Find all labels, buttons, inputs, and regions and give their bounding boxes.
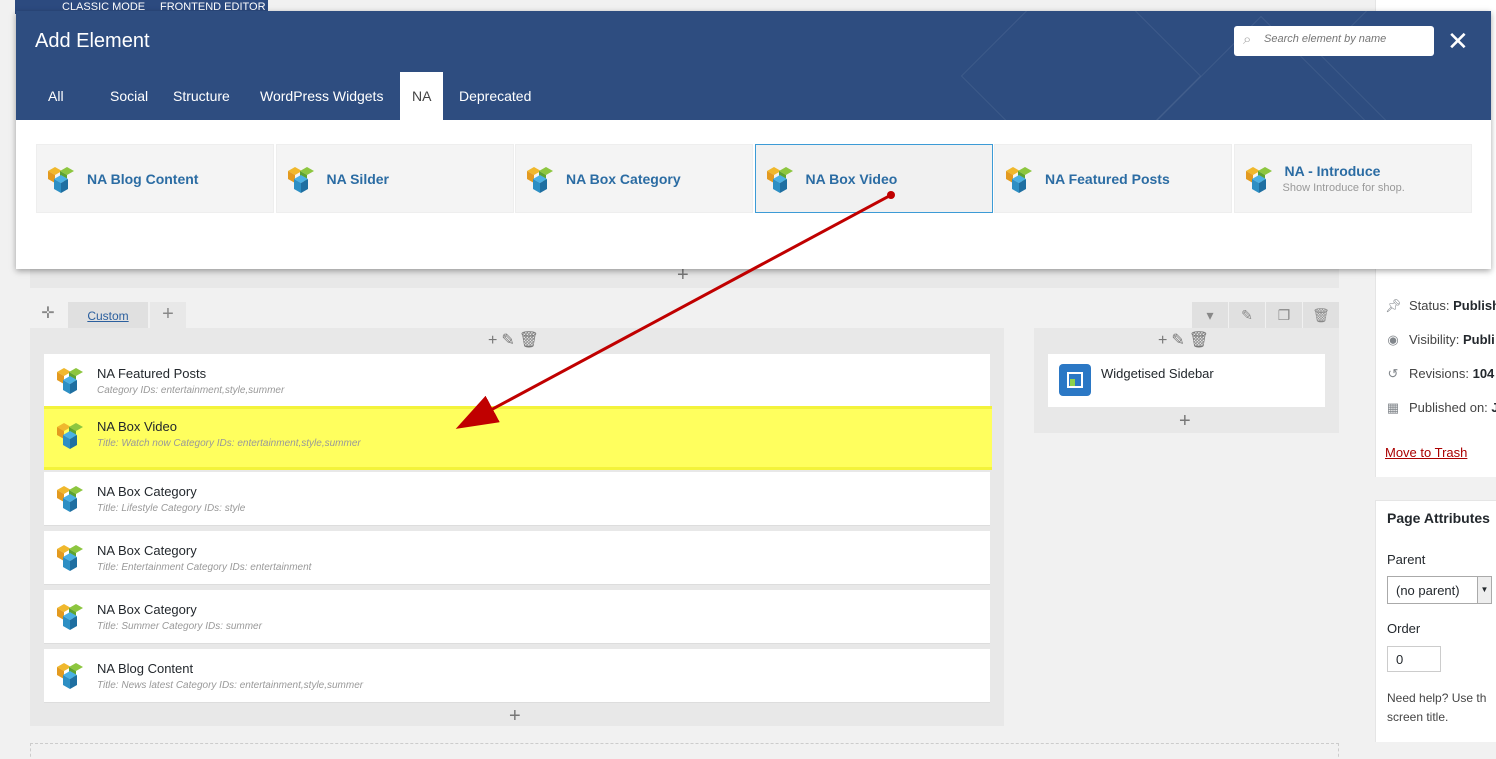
builder-element[interactable]: NA Box Category Title: Summer Category ID… <box>44 590 990 644</box>
close-icon[interactable]: ✕ <box>1447 28 1469 54</box>
element-card[interactable]: NA Blog Content <box>36 144 274 213</box>
pencil-icon[interactable]: ✎ <box>501 332 518 349</box>
widgetised-sidebar-element[interactable]: Widgetised Sidebar <box>1048 354 1325 407</box>
vc-logo-icon <box>1004 165 1034 197</box>
toggle-row-icon[interactable]: ▾ <box>1192 302 1228 328</box>
help-text: Need help? Use th screen title. <box>1387 691 1487 724</box>
search-box[interactable]: ⌕ <box>1234 26 1434 56</box>
tab-wordpress-widgets[interactable]: WordPress Widgets <box>248 72 395 120</box>
vc-logo-icon <box>286 165 316 197</box>
clone-row-icon[interactable]: ❐ <box>1266 302 1302 328</box>
parent-select[interactable]: (no parent) ▼ <box>1387 576 1492 604</box>
card-name: NA Blog Content <box>87 171 199 187</box>
tab-social[interactable]: Social <box>98 72 160 120</box>
element-card[interactable]: NA Box Video <box>754 144 993 213</box>
vc-logo-icon <box>55 484 85 516</box>
delete-row-trash-icon[interactable]: 🗑︎ <box>1303 302 1339 328</box>
dropdown-arrow-icon: ▼ <box>1477 577 1491 603</box>
element-name: NA Blog Content <box>97 661 194 676</box>
tab-deprecated[interactable]: Deprecated <box>447 72 543 120</box>
modal-title: Add Element <box>35 30 150 52</box>
pin-icon: 📌︎ <box>1385 298 1402 313</box>
pencil-icon[interactable]: ✎ <box>1171 332 1188 349</box>
element-card[interactable]: NA - Introduce Show Introduce for shop. <box>1233 144 1472 213</box>
vc-logo-icon <box>55 366 85 398</box>
status-row: 📌︎ Status: Publish <box>1385 298 1496 313</box>
card-name: NA Box Video <box>805 171 898 187</box>
plus-icon[interactable]: + <box>1158 332 1171 349</box>
builder-element[interactable]: NA Box Category Title: Lifestyle Category… <box>44 472 990 526</box>
card-description: Show Introduce for shop. <box>1282 182 1405 194</box>
add-column-plus-icon[interactable]: + <box>150 302 186 328</box>
card-name: NA Box Category <box>566 171 681 187</box>
order-input[interactable]: 0 <box>1387 646 1441 672</box>
move-icon[interactable]: ✛ <box>30 302 66 328</box>
add-row-area[interactable] <box>30 743 1339 759</box>
builder-element[interactable]: NA Box Category Title: Entertainment Cate… <box>44 531 990 585</box>
move-to-trash-link[interactable]: Move to Trash <box>1385 445 1467 460</box>
tab-all[interactable]: All <box>36 72 76 120</box>
tab-structure[interactable]: Structure <box>161 72 242 120</box>
element-card[interactable]: NA Box Category <box>515 144 753 213</box>
builder-element[interactable]: NA Blog Content Title: News latest Catego… <box>44 649 990 703</box>
element-description: Title: Summer Category IDs: summer <box>97 621 262 632</box>
edit-row-pencil-icon[interactable]: ✎ <box>1229 302 1265 328</box>
add-to-column-plus-icon[interactable]: + <box>509 705 521 728</box>
order-label: Order <box>1387 621 1421 636</box>
search-icon: ⌕ <box>1243 31 1252 48</box>
vc-logo-icon <box>55 661 85 693</box>
element-name: NA Box Category <box>97 543 197 558</box>
parent-label: Parent <box>1387 552 1426 567</box>
left-column-tools: +✎🗑︎ <box>488 330 543 350</box>
element-description: Title: Entertainment Category IDs: enter… <box>97 562 312 573</box>
element-name: NA Box Category <box>97 602 197 617</box>
trash-icon[interactable]: 🗑︎ <box>1189 332 1213 349</box>
vc-logo-icon <box>55 421 85 453</box>
element-card[interactable]: NA Featured Posts <box>994 144 1232 213</box>
eye-icon: ◉ <box>1387 332 1399 347</box>
element-name: NA Box Video <box>97 419 177 434</box>
card-name: NA - Introduce <box>1284 163 1381 179</box>
vc-logo-icon <box>46 165 76 197</box>
element-description: Title: Watch now Category IDs: entertain… <box>97 438 361 449</box>
plus-icon[interactable]: + <box>488 332 501 349</box>
element-name: NA Featured Posts <box>97 366 207 381</box>
tab-na[interactable]: NA <box>400 72 444 120</box>
custom-row-button[interactable]: Custom <box>68 302 148 328</box>
card-name: NA Silder <box>326 171 390 187</box>
right-column-tools: +✎🗑︎ <box>1158 330 1213 350</box>
trash-icon[interactable]: 🗑︎ <box>519 332 543 349</box>
visibility-row: ◉ Visibility: Publi <box>1385 332 1494 348</box>
vc-logo-icon <box>55 543 85 575</box>
card-name: NA Featured Posts <box>1045 171 1170 187</box>
page-attributes-title: Page Attributes <box>1387 510 1490 526</box>
element-description: Title: News latest Category IDs: enterta… <box>97 680 364 691</box>
element-card[interactable]: NA Silder <box>275 144 514 213</box>
element-name: Widgetised Sidebar <box>1101 366 1214 381</box>
element-description: Category IDs: entertainment,style,summer <box>97 385 285 396</box>
vc-logo-icon <box>525 165 555 197</box>
vc-logo-icon <box>55 602 85 634</box>
sidebar-widget-icon <box>1059 364 1091 396</box>
builder-element[interactable]: NA Featured Posts Category IDs: entertain… <box>44 354 990 408</box>
vc-logo-icon <box>1244 165 1274 197</box>
calendar-icon: ▦ <box>1386 400 1400 415</box>
revisions-row: ↺ Revisions: 104 <box>1385 366 1495 382</box>
search-input[interactable] <box>1264 33 1424 45</box>
builder-element[interactable]: NA Box Video Title: Watch now Category ID… <box>44 406 992 470</box>
element-name: NA Box Category <box>97 484 197 499</box>
published-on-row: ▦ Published on: J <box>1386 400 1496 415</box>
add-to-column-plus-icon[interactable]: + <box>1179 410 1191 433</box>
element-description: Title: Lifestyle Category IDs: style <box>97 503 246 514</box>
history-icon: ↺ <box>1387 366 1399 381</box>
vc-logo-icon <box>765 165 795 197</box>
